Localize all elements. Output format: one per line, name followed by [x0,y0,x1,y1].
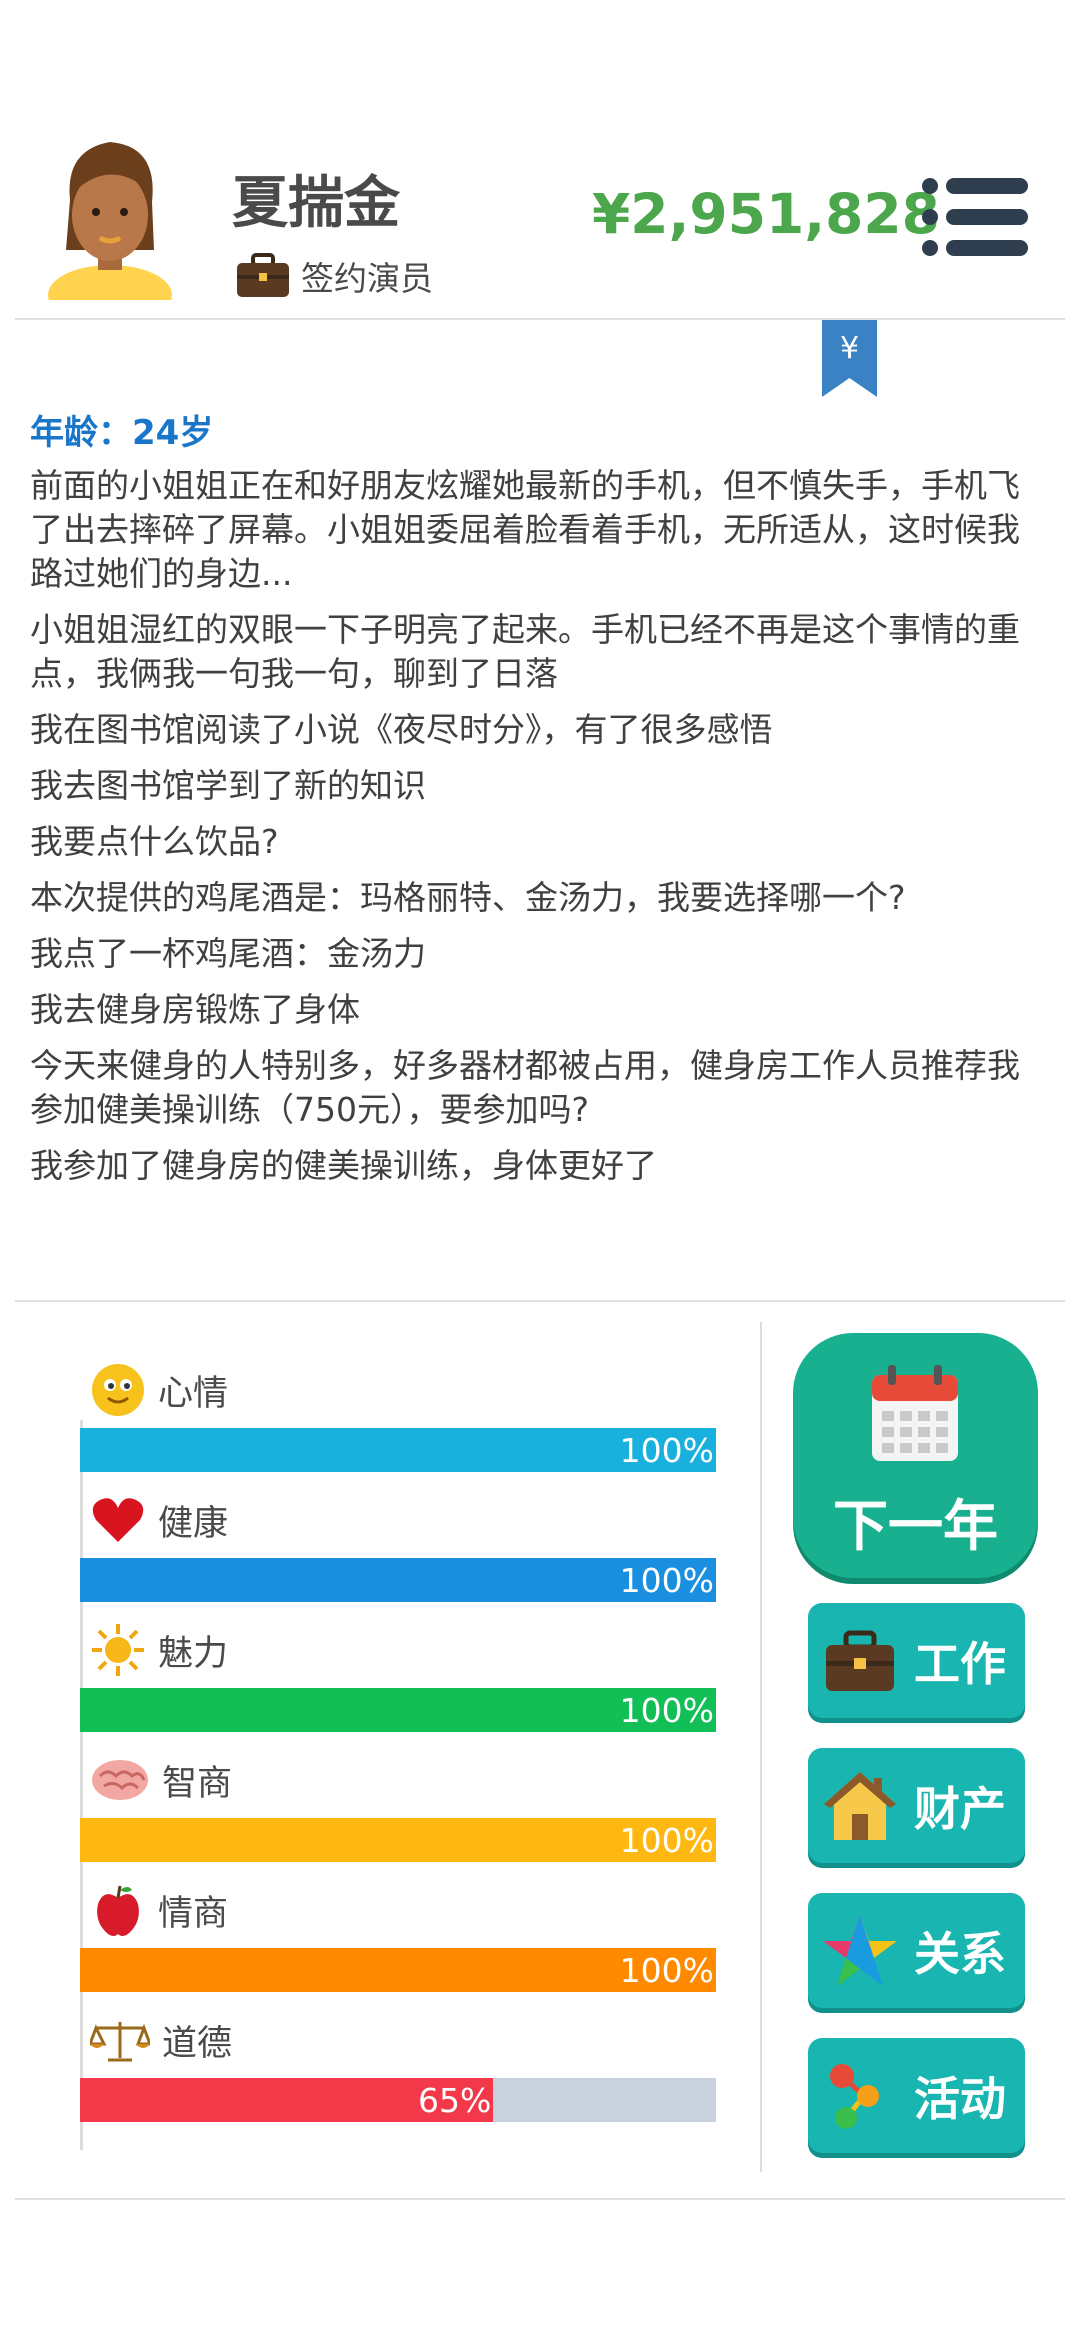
money-balance: ¥2,951,828 [592,182,940,246]
panel-divider [760,1322,762,2172]
stat-bar: 100% [80,1558,716,1602]
briefcase-icon [826,1630,894,1691]
stat-label: 健康 [158,1503,229,1544]
log-entry: 前面的小姐姐正在和好朋友炫耀她最新的手机，但不慎失手，手机飞了出去摔碎了屏幕。小… [30,466,1020,593]
property-label: 财产 [914,1781,1006,1836]
property-button[interactable]: 财产 [808,1748,1025,1863]
log-entry: 小姐姐湿红的双眼一下子明亮了起来。手机已经不再是这个事情的重点，我俩我一句我一句… [30,610,1020,693]
stat-bar: 65% [80,2078,716,2122]
sun-icon [92,1624,144,1676]
briefcase-icon [237,253,289,297]
stat-bar: 100% [80,1688,716,1732]
next-year-button[interactable]: 下一年 [793,1333,1038,1578]
heart-icon [92,1498,144,1542]
stat-value: 65% [418,2081,492,2120]
stat-label: 心情 [158,1373,229,1414]
job-title: 签约演员 [301,259,433,298]
stat-bar: 100% [80,1818,716,1862]
log-entry: 今天来健身的人特别多，好多器材都被占用，健身房工作人员推荐我参加健美操训练（75… [30,1046,1020,1129]
work-label: 工作 [914,1636,1006,1691]
stat-value: 100% [619,1561,714,1600]
stats-panel: 心情 100% 健康 100% 魅力 100% 智商 100% 情商 100% … [80,1360,720,2140]
job-row: 签约演员 [235,252,433,300]
stat-health: 健康 100% [80,1490,720,1620]
bookmark-icon[interactable]: ¥ [822,320,877,397]
stat-bar: 100% [80,1948,716,1992]
header: 夏揣金 签约演员 ¥2,951,828 [0,0,1080,320]
log-entry: 我要点什么饮品? [30,822,279,861]
scales-icon [90,2022,150,2062]
stat-eq: 情商 100% [80,1880,720,2010]
header-divider [15,318,1065,320]
activity-button[interactable]: 活动 [808,2038,1025,2153]
stat-label: 情商 [158,1893,229,1934]
brain-icon [92,1760,148,1800]
apple-icon [97,1885,139,1936]
smiley-icon [92,1364,144,1416]
stat-value: 100% [619,1821,714,1860]
stat-value: 100% [619,1431,714,1470]
next-year-label: 下一年 [832,1494,998,1558]
log-entry: 我点了一杯鸡尾酒：金汤力 [30,934,426,973]
log-entry: 我去图书馆学到了新的知识 [30,766,426,805]
work-button[interactable]: 工作 [808,1603,1025,1718]
event-log: 年龄：24岁 前面的小姐姐正在和好朋友炫耀她最新的手机，但不慎失手，手机飞了出去… [30,405,1050,1200]
stat-morality: 道德 65% [80,2010,720,2140]
stat-mood: 心情 100% [80,1360,720,1490]
log-divider [15,1300,1065,1302]
bottom-divider [15,2198,1065,2200]
activity-label: 活动 [914,2071,1006,2126]
svg-text:¥: ¥ [840,331,859,366]
log-entry: 我参加了健身房的健美操训练，身体更好了 [30,1146,657,1185]
log-entry: 本次提供的鸡尾酒是：玛格丽特、金汤力，我要选择哪一个? [30,878,906,917]
stat-value: 100% [619,1951,714,1990]
stat-label: 智商 [162,1763,233,1804]
relations-button[interactable]: 关系 [808,1893,1025,2008]
house-icon [824,1771,896,1840]
relations-label: 关系 [914,1926,1006,1981]
stat-iq: 智商 100% [80,1750,720,1880]
stat-bar: 100% [80,1428,716,1472]
stat-value: 100% [619,1691,714,1730]
avatar[interactable] [40,130,180,300]
age-label: 年龄：24岁 [30,413,214,453]
menu-icon[interactable] [920,176,1030,258]
star-icon [823,1914,897,1986]
log-entry: 我在图书馆阅读了小说《夜尽时分》，有了很多感悟 [30,710,773,749]
player-name: 夏揣金 [232,171,400,236]
stat-label: 道德 [162,2023,233,2064]
stat-label: 魅力 [158,1633,229,1674]
calendar-icon [872,1365,958,1461]
stat-charm: 魅力 100% [80,1620,720,1750]
log-entry: 我去健身房锻炼了身体 [30,990,360,1029]
molecule-icon [830,2063,879,2129]
